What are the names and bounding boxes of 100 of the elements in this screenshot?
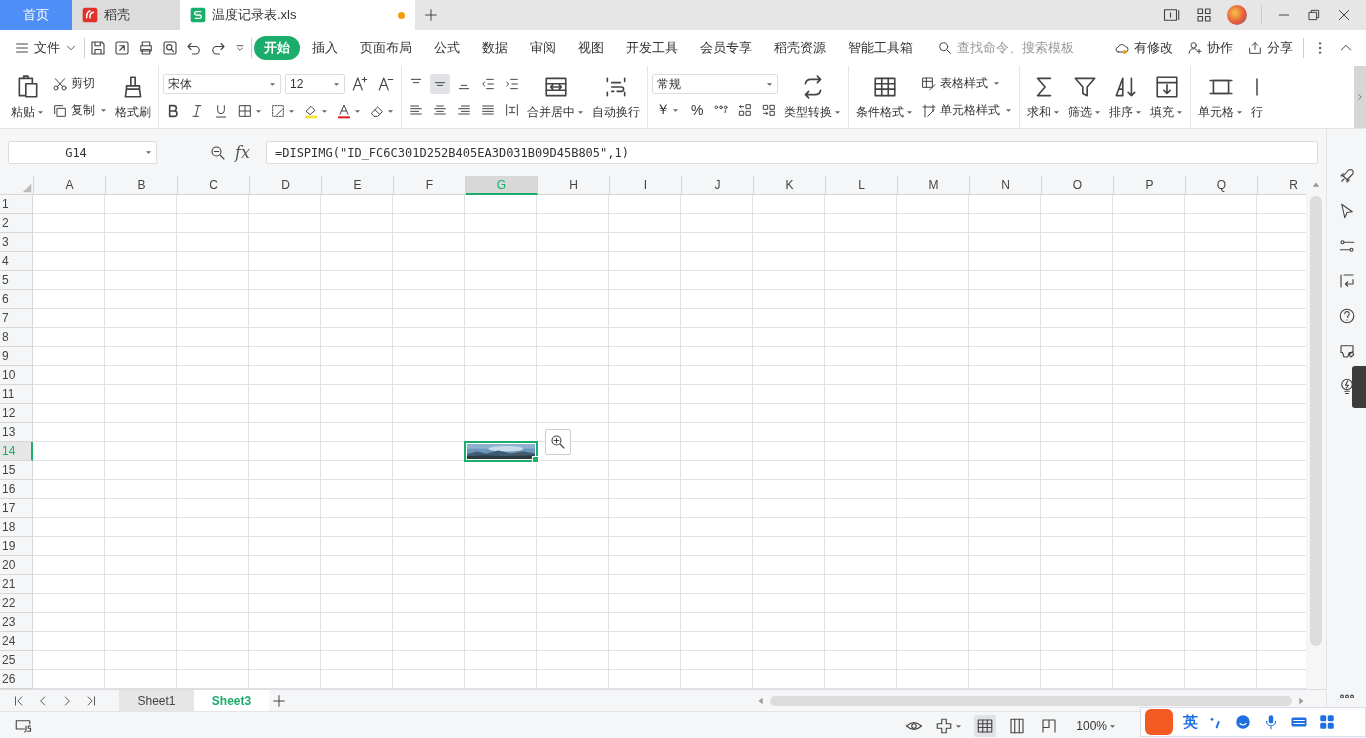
column-header[interactable]: F <box>394 176 466 196</box>
ribbon-tab[interactable]: 页面布局 <box>350 36 422 60</box>
row-header[interactable]: 1 <box>0 195 33 215</box>
row-header[interactable]: 11 <box>0 385 33 405</box>
row-header[interactable]: 18 <box>0 518 33 538</box>
ribbon-tab[interactable]: 稻壳资源 <box>764 36 836 60</box>
ribbon-tab[interactable]: 智能工具箱 <box>838 36 923 60</box>
side-panel-handle[interactable] <box>1352 366 1366 408</box>
help-icon[interactable] <box>1337 307 1356 325</box>
sliders-icon[interactable] <box>1337 237 1356 255</box>
input-method-toolbar[interactable]: 英 <box>1140 707 1366 737</box>
column-header[interactable]: R <box>1258 176 1306 196</box>
column-header[interactable]: M <box>898 176 970 196</box>
merge-center-button[interactable]: 合并居中 <box>524 71 587 123</box>
grid-apps-icon[interactable] <box>1195 6 1213 24</box>
column-header[interactable]: N <box>970 176 1042 196</box>
row-header[interactable]: 7 <box>0 309 33 329</box>
fill-color-icon[interactable] <box>303 103 319 119</box>
toolbox-icon[interactable] <box>1318 713 1336 731</box>
selected-cell[interactable] <box>464 441 538 463</box>
row-header[interactable]: 17 <box>0 499 33 519</box>
paste-button[interactable]: 粘贴 <box>8 71 47 123</box>
column-header[interactable]: C <box>178 176 250 196</box>
vertical-scrollbar[interactable] <box>1306 176 1326 690</box>
type-convert-button[interactable]: 类型转换 <box>781 71 845 123</box>
document-tab[interactable]: 温度记录表.xls <box>180 0 415 30</box>
column-header[interactable]: H <box>538 176 610 196</box>
row-header[interactable]: 5 <box>0 271 33 291</box>
column-header[interactable]: K <box>754 176 826 196</box>
ribbon-tab[interactable]: 审阅 <box>520 36 566 60</box>
cut-button[interactable]: 剪切 <box>49 73 110 94</box>
row-header[interactable]: 4 <box>0 252 33 272</box>
currency-button[interactable]: ￥ <box>652 101 683 119</box>
column-header[interactable]: J <box>682 176 754 196</box>
document-tab[interactable]: 稻壳 <box>72 0 180 30</box>
column-header[interactable]: E <box>322 176 394 196</box>
font-size-select[interactable]: 12 <box>285 74 345 94</box>
toolbar-button[interactable]: 有修改 <box>1110 36 1177 60</box>
row-header[interactable]: 12 <box>0 404 33 424</box>
column-header[interactable]: I <box>610 176 682 196</box>
formula-field[interactable]: =DISPIMG("ID_FC6C301D252B405EA3D031B09D45B805",1) <box>265 141 1318 165</box>
row-header[interactable]: 2 <box>0 214 33 234</box>
ribbon-tab[interactable]: 会员专享 <box>690 36 762 60</box>
rows-button[interactable]: 行 <box>1248 71 1267 123</box>
zoom-icon[interactable] <box>209 143 227 162</box>
emoji-icon[interactable] <box>1234 713 1252 731</box>
layout-icon[interactable] <box>1337 272 1356 290</box>
column-header[interactable]: P <box>1114 176 1186 196</box>
column-header[interactable]: A <box>34 176 106 196</box>
column-header[interactable]: L <box>826 176 898 196</box>
row-header[interactable]: 10 <box>0 366 33 386</box>
row-header[interactable]: 13 <box>0 423 33 443</box>
eraser-icon[interactable] <box>369 103 385 119</box>
row-header[interactable]: 25 <box>0 651 33 671</box>
row-header[interactable]: 9 <box>0 347 33 367</box>
filter-button[interactable]: 筛选 <box>1065 71 1105 123</box>
row-header[interactable]: 20 <box>0 556 33 576</box>
format-painter-button[interactable]: 格式刷 <box>112 71 154 123</box>
wrap-text-button[interactable]: 自动换行 <box>589 71 643 123</box>
row-header[interactable]: 8 <box>0 328 33 348</box>
row-header[interactable]: 24 <box>0 632 33 652</box>
row-header[interactable]: 3 <box>0 233 33 253</box>
row-header[interactable]: 21 <box>0 575 33 595</box>
ribbon-tab[interactable]: 数据 <box>472 36 518 60</box>
sum-button[interactable]: 求和 <box>1024 71 1064 123</box>
row-header[interactable]: 26 <box>0 670 33 690</box>
percent-button[interactable]: % <box>687 102 708 118</box>
avatar[interactable] <box>1227 5 1247 25</box>
column-header[interactable]: D <box>250 176 322 196</box>
macro-icon[interactable] <box>14 717 32 735</box>
row-header[interactable]: 16 <box>0 480 33 500</box>
conditional-format-button[interactable]: 条件格式 <box>853 71 917 123</box>
input-mode[interactable]: 英 <box>1183 712 1198 732</box>
row-header[interactable]: 22 <box>0 594 33 614</box>
number-format-select[interactable]: 常规 <box>652 74 778 94</box>
row-header[interactable]: 23 <box>0 613 33 633</box>
ribbon-tab[interactable]: 开发工具 <box>616 36 688 60</box>
toolbar-button[interactable]: 协作 <box>1183 36 1237 60</box>
toolbar-button[interactable] <box>974 715 997 737</box>
ribbon-tab[interactable]: 视图 <box>568 36 614 60</box>
name-box[interactable]: G14 <box>8 141 157 165</box>
copy-button[interactable]: 复制 <box>49 100 110 121</box>
file-menu[interactable]: 文件 <box>10 36 82 60</box>
function-label[interactable]: fx <box>235 143 250 163</box>
ribbon-tab[interactable]: 插入 <box>302 36 348 60</box>
column-header[interactable]: B <box>106 176 178 196</box>
cells-button[interactable]: 单元格 <box>1195 71 1247 123</box>
font-select[interactable]: 宋体 <box>163 74 281 94</box>
sheet-tab[interactable]: Sheet1 <box>119 690 194 711</box>
clothing-icon[interactable] <box>1337 342 1356 360</box>
fill-button[interactable]: 填充 <box>1147 71 1187 123</box>
close-icon[interactable] <box>1336 7 1352 23</box>
cell-style-button[interactable]: 单元格样式 <box>918 100 1016 121</box>
row-header[interactable]: 6 <box>0 290 33 310</box>
cell-format-icon[interactable] <box>270 103 286 119</box>
row-header[interactable]: 15 <box>0 461 33 481</box>
borders-icon[interactable] <box>237 103 253 119</box>
zoom-in-button[interactable] <box>545 429 571 456</box>
toolbar-button[interactable]: 分享 <box>1243 36 1297 60</box>
zoom-level[interactable]: 100% <box>1070 718 1122 734</box>
